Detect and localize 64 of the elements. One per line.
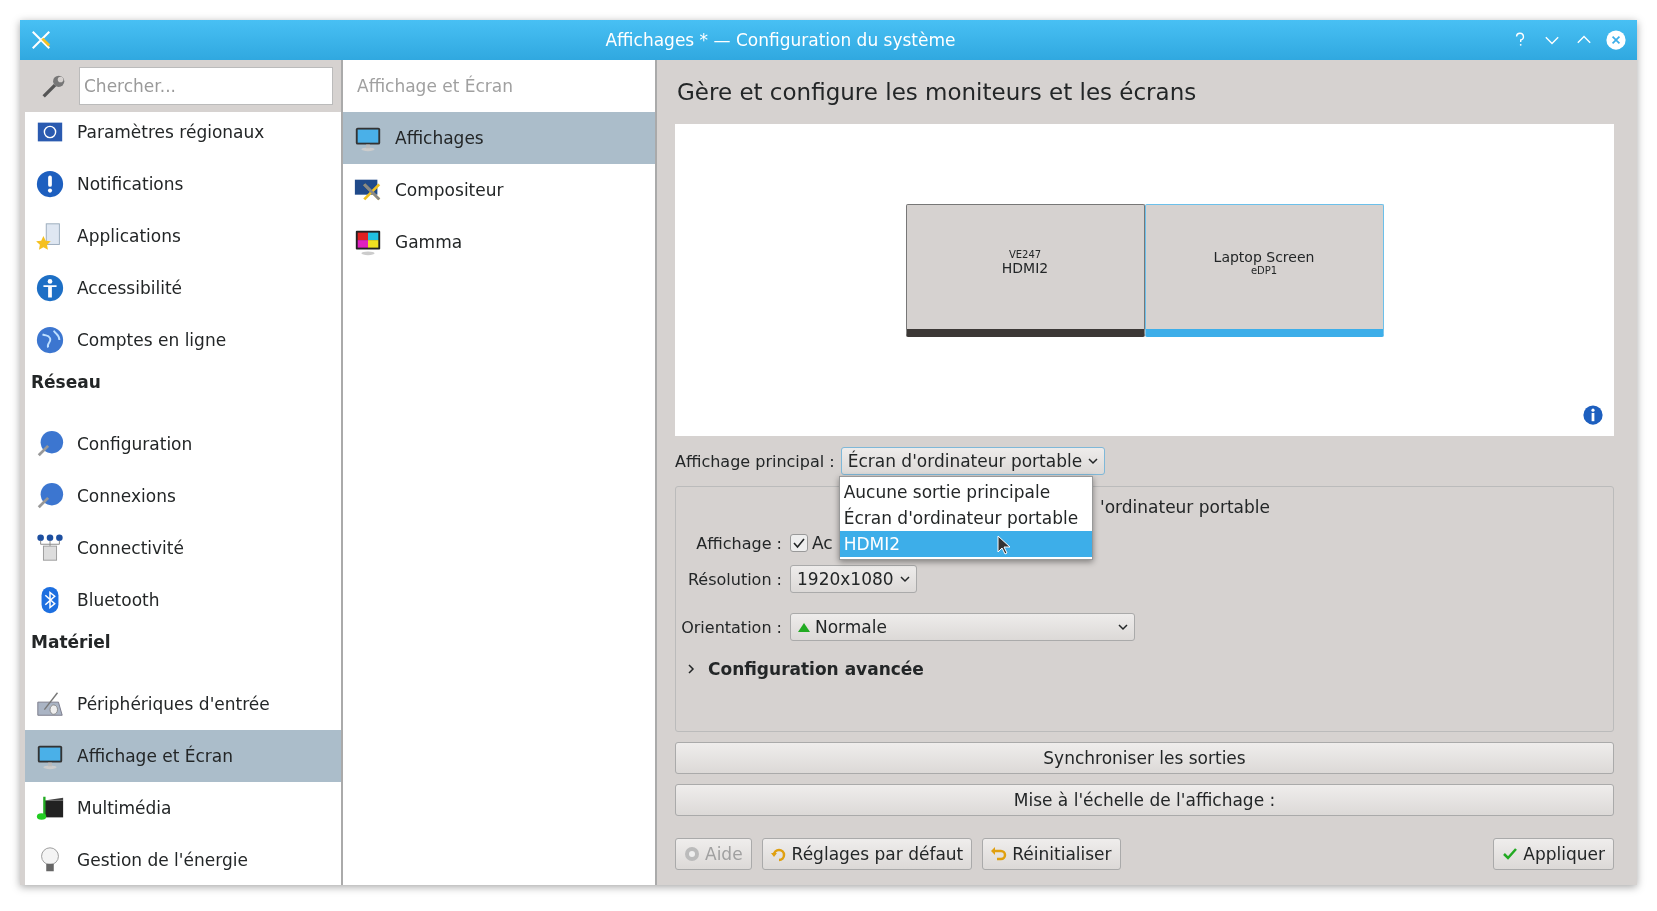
person-icon xyxy=(35,273,65,303)
dropdown-option[interactable]: Écran d'ordinateur portable xyxy=(839,505,1092,531)
caret-icon xyxy=(899,575,910,583)
mouse-pointer-icon xyxy=(995,535,1012,555)
caret-icon xyxy=(1088,457,1099,465)
group-title: 'ordinateur portable xyxy=(1100,497,1270,519)
apply-button[interactable]: Appliquer xyxy=(1493,838,1614,870)
orientation-dropdown[interactable]: Normale xyxy=(790,613,1135,641)
section-header: Matériel xyxy=(30,631,112,654)
window-title: Affichages * — Configuration du système xyxy=(604,30,957,50)
display-scale-button[interactable]: Mise à l'échelle de l'affichage : xyxy=(675,784,1614,816)
field-label: Affichage : xyxy=(695,533,782,553)
network-icon xyxy=(35,533,65,563)
sidebar-item[interactable]: Bluetooth xyxy=(25,574,341,626)
field-label: Résolution : xyxy=(686,569,782,589)
tools-icon xyxy=(30,29,52,51)
sidebar-item[interactable]: Configuration xyxy=(25,418,341,470)
page-heading: Gère et configure les moniteurs et les écrans xyxy=(676,78,1198,107)
sidebar-item[interactable]: Périphériques d'entrée xyxy=(25,678,341,730)
sync-outputs-button[interactable]: Synchroniser les sorties xyxy=(675,742,1614,774)
category-title: Affichage et Écran xyxy=(356,74,515,98)
close-icon xyxy=(1605,29,1627,51)
sidebar-item[interactable]: Gestion de l'énergie xyxy=(25,834,341,885)
info-icon xyxy=(1582,404,1604,426)
sidebar-item[interactable]: Applications xyxy=(25,210,341,262)
sidebar-item[interactable]: Affichage et Écran xyxy=(25,730,341,782)
monitor-model: VE247 xyxy=(1008,248,1042,260)
sidebar-item[interactable]: Connectivité xyxy=(25,522,341,574)
monitor-tile[interactable]: VE247 HDMI2 xyxy=(905,203,1145,337)
sidebar-item[interactable]: Paramètres régionaux xyxy=(25,106,341,158)
sidebar-item[interactable]: Connexions xyxy=(25,470,341,522)
category-item[interactable]: Compositeur xyxy=(343,164,655,216)
field-label: Orientation : xyxy=(680,617,782,637)
monitor-connector: eDP1 xyxy=(1250,264,1278,276)
exclamation-icon xyxy=(35,169,65,199)
category-item[interactable]: Affichages xyxy=(343,112,655,164)
caret-icon xyxy=(1118,623,1128,631)
checkmark-icon xyxy=(1502,846,1519,862)
sidebar-item[interactable]: Comptes en ligne xyxy=(25,314,341,366)
primary-display-dropdown[interactable]: Écran d'ordinateur portable xyxy=(840,447,1106,475)
dropdown-option[interactable]: Aucune sortie principale xyxy=(839,479,1092,505)
resolution-dropdown[interactable]: 1920x1080 xyxy=(790,565,917,593)
undo-arrow-icon xyxy=(770,846,787,862)
defaults-button[interactable]: Réglages par défaut xyxy=(761,838,973,870)
monitor-name: HDMI2 xyxy=(1001,259,1049,276)
chevron-icon xyxy=(686,663,696,675)
sidebar-item[interactable]: Multimédia xyxy=(25,782,341,834)
checkmark-icon xyxy=(793,537,805,549)
checkbox-label: Ac xyxy=(812,533,833,553)
reset-button[interactable]: Réinitialiser xyxy=(982,838,1121,870)
sidebar-item[interactable]: Accessibilité xyxy=(25,262,341,314)
enabled-checkbox[interactable] xyxy=(790,534,808,552)
globe-icon xyxy=(35,325,65,355)
section-header: Réseau xyxy=(30,371,102,394)
search-field[interactable]: Chercher... xyxy=(79,67,333,105)
monitor-name: Laptop Screen xyxy=(1213,248,1315,265)
sidebar-item[interactable]: Notifications xyxy=(25,158,341,210)
triangle-icon xyxy=(797,621,811,633)
advanced-settings-toggle[interactable]: Configuration avancée xyxy=(680,649,1613,689)
monitor-tile[interactable]: Laptop Screen eDP1 xyxy=(1144,203,1384,337)
help-icon xyxy=(684,846,700,862)
field-label: Affichage principal : xyxy=(675,451,835,471)
undo-arrow-icon xyxy=(991,846,1008,862)
category-item[interactable]: Gamma xyxy=(343,216,655,268)
